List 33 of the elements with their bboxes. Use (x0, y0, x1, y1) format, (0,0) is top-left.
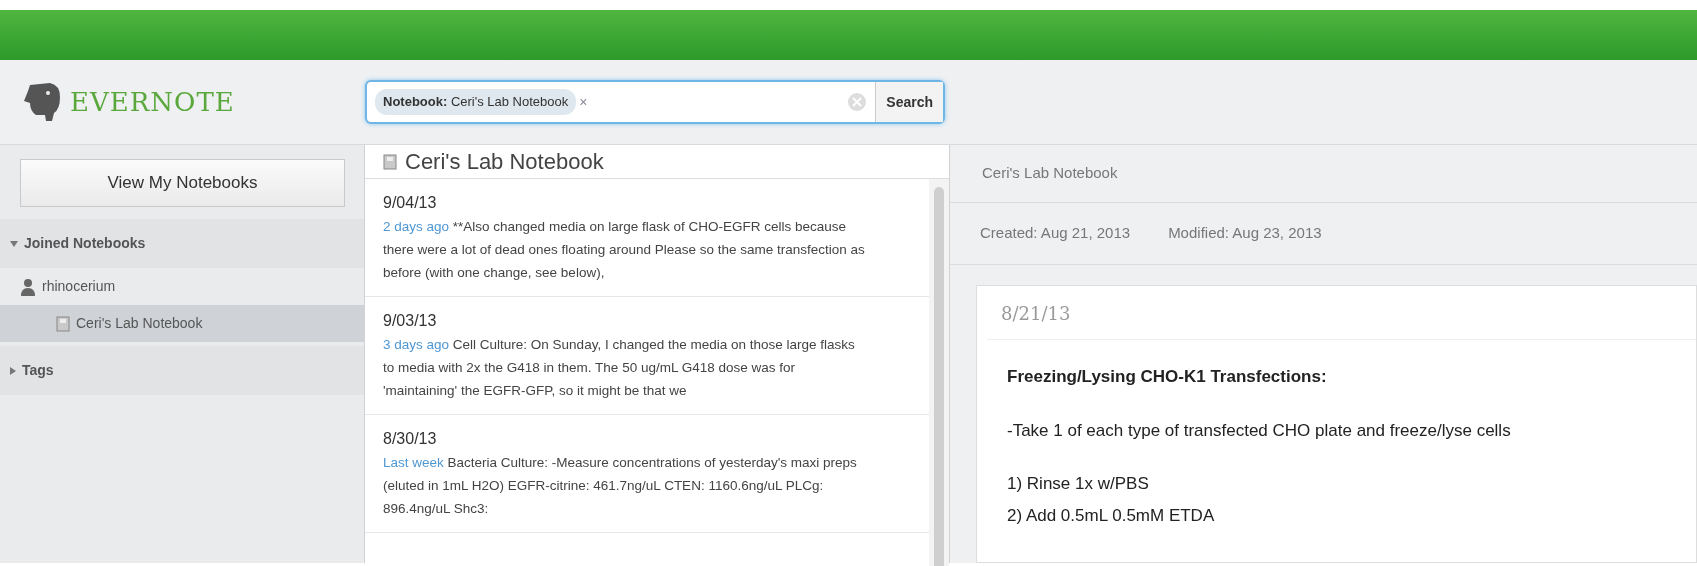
sidebar-section-header[interactable]: Joined Notebooks (0, 219, 364, 268)
sidebar-item[interactable]: rhinocerium (0, 268, 364, 305)
note-date: 9/03/13 (383, 311, 438, 331)
notebook-name: Ceri's Lab Notebook (982, 163, 1118, 184)
clear-icon[interactable] (847, 92, 868, 112)
note-date: 9/04/13 (383, 193, 438, 213)
modified-date: Modified: Aug 23, 2013 (1168, 223, 1322, 244)
person-icon (20, 277, 36, 296)
elephant-icon (22, 81, 62, 123)
note-snippet[interactable]: 2 days ago **Also changed media on large flask of CHO-EGFR cells because there were a lot of dead ones floating around Please so the same transfection as before (with one change, see below), (383, 215, 869, 284)
remove-token-button[interactable]: × (579, 91, 588, 113)
logo-text: EVERNOTE (70, 85, 235, 119)
sidebar-item[interactable]: Ceri's Lab Notebook (0, 305, 364, 342)
notebook-icon (383, 153, 397, 170)
note-heading: Freezing/Lysing CHO-K1 Transfections: (1007, 367, 1327, 386)
section-label: Joined Notebooks (24, 234, 146, 253)
created-date: Created: Aug 21, 2013 (980, 223, 1131, 244)
search-token[interactable]: Notebook: Ceri's Lab Notebook (375, 89, 577, 115)
note-title: 8/21/13 (1001, 303, 1071, 324)
note-paragraph: -Take 1 of each type of transfected CHO plate and freeze/lyse cells (1007, 420, 1511, 440)
notebook-icon (56, 315, 70, 332)
section-label: Tags (22, 361, 54, 380)
note-snippet[interactable]: 3 days ago Cell Culture: On Sunday, I changed the media on those large flasks to media with 2x the G418 in them. The 50 ug/mL G418 dose was for 'maintaining' the EGFR-GFP, so it might be that we (383, 333, 869, 402)
note-snippet[interactable]: Last week Bacteria Culture: -Measure concentrations of yesterday's maxi preps (eluted in 1mL H2O) EGFR-citrine: 461.7ng/uL CTEN: 1160.6ng/uL PLCg: 896.4ng/uL Shc3: (383, 451, 869, 520)
scrollbar[interactable] (929, 179, 949, 566)
note-list-title: Ceri's Lab Notebook (405, 148, 604, 176)
note-date: 8/30/13 (383, 429, 438, 449)
sidebar-section-header[interactable]: Tags (0, 346, 364, 395)
search-field[interactable]: Notebook: Ceri's Lab Notebook × Search (365, 80, 945, 124)
search-button[interactable]: Search (875, 82, 943, 122)
note-step: 2) Add 0.5mL 0.5mM ETDA (1007, 505, 1215, 525)
note-step: 1) Rinse 1x w/PBS (1007, 474, 1149, 493)
view-notebooks-button[interactable]: View My Notebooks (20, 159, 345, 207)
